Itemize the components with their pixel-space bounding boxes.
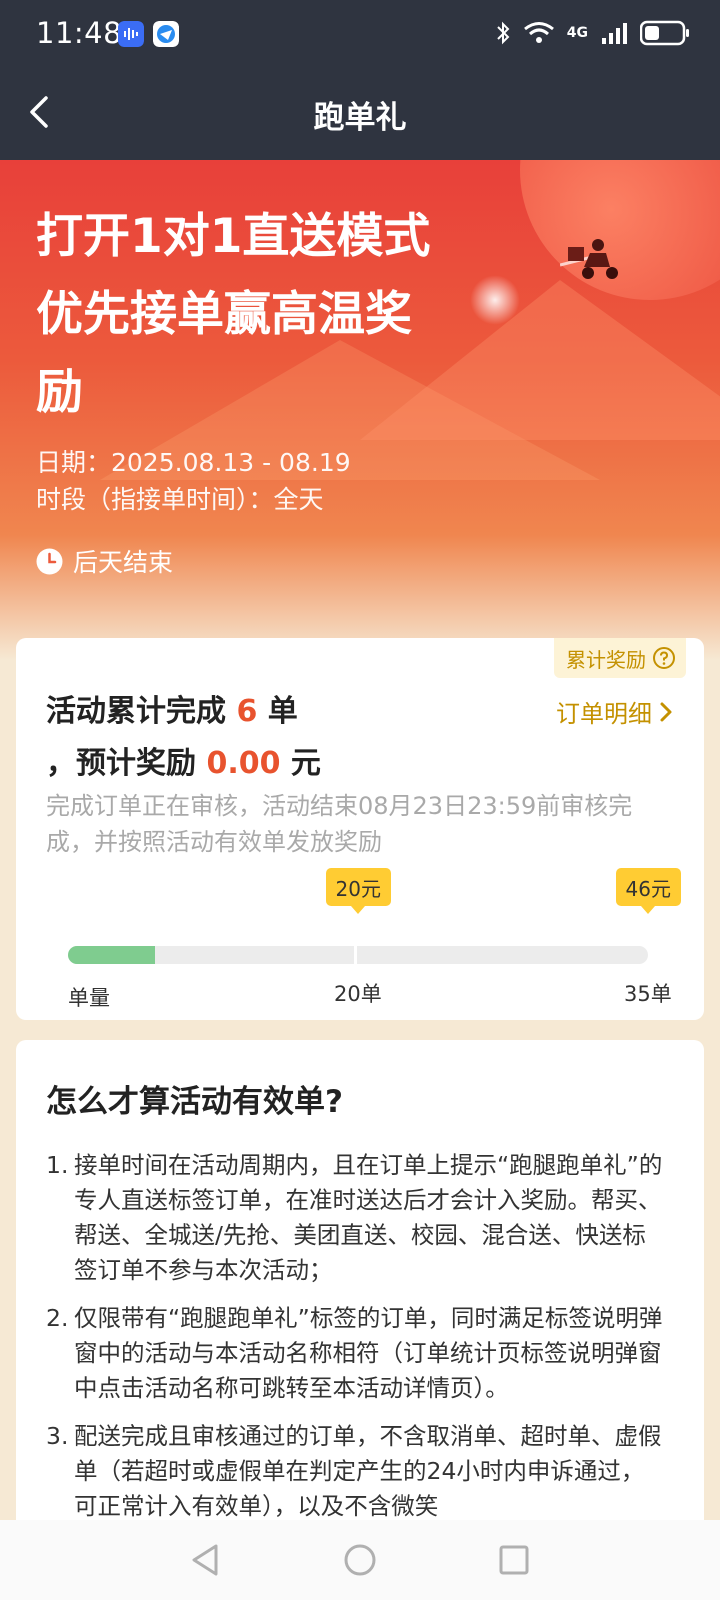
battery-icon [640,20,689,46]
rule-text: 配送完成且审核通过的订单，不含取消单、超时单、虚假单（若超时或虚假单在判定产生的… [74,1422,662,1520]
home-circle-icon[interactable] [340,1540,380,1580]
rules-card: 怎么才算活动有效单? 1. 接单时间在活动周期内，且在订单上提示“跑腿跑单礼”的专… [16,1040,704,1560]
progress-card: 累计奖励 活动累计完成 6 单 ，预计奖励 0.00 元 订单明细 完成订单正在… [16,638,704,1020]
voice-app-icon [118,21,144,47]
reward-tag-label: 累计奖励 [566,647,646,672]
hero-banner: 打开1对1直送模式 优先接单赢高温奖 励 日期：2025.08.13 - 08.… [0,160,720,660]
reward-prefix: ，预计奖励 [46,746,207,781]
status-bar: 11:48 4G [0,0,720,64]
glow-decoration [470,275,520,325]
browser-app-icon [153,21,179,47]
rule-item: 1. 接单时间在活动周期内，且在订单上提示“跑腿跑单礼”的专人直送标签订单，在准时… [46,1148,666,1288]
rules-title: 怎么才算活动有效单? [46,1084,343,1120]
countdown: 后天结束 [36,543,173,579]
status-time: 11:48 [36,16,123,50]
milestone-reward-bubble: 46元 [615,868,681,914]
activity-date: 日期：2025.08.13 - 08.19 [36,448,351,477]
rule-number: 2. [46,1304,69,1332]
order-detail-label: 订单明细 [556,700,652,728]
rule-text: 仅限带有“跑腿跑单礼”标签的订单，同时满足标签说明弹窗中的活动与本活动名称相符（… [74,1304,663,1402]
rule-number: 1. [46,1151,69,1179]
progress-fill [68,946,155,964]
recents-square-icon[interactable] [494,1540,534,1580]
nav-bar: 跑单礼 [0,64,720,160]
progress-bar [68,946,648,964]
headline-line: 打开1对1直送模式 [36,209,431,264]
help-icon[interactable] [652,646,676,670]
order-count: 6 [236,694,258,729]
completed-prefix: 活动累计完成 [46,694,237,729]
countdown-text: 后天结束 [73,548,174,577]
wifi-icon [523,22,554,43]
back-triangle-icon[interactable] [186,1540,226,1580]
order-detail-link[interactable]: 订单明细 [556,694,674,729]
status-icons: 4G [495,18,690,48]
system-navigation-bar [0,1520,720,1600]
activity-period: 时段（指接单时间）：全天 [36,485,324,514]
network-type: 4G [566,25,588,41]
completed-suffix: 单 [257,694,298,729]
headline-line: 优先接单赢高温奖 [36,287,412,342]
review-note: 完成订单正在审核，活动结束08月23日23:59前审核完成，并按照活动有效单发放… [46,792,633,856]
page-title: 跑单礼 [313,100,407,136]
rule-item: 2. 仅限带有“跑腿跑单礼”标签的订单，同时满足标签说明弹窗中的活动与本活动名称相… [46,1301,666,1406]
completed-orders-text: 活动累计完成 6 单 [46,686,298,730]
chevron-right-icon [660,702,672,721]
headline-line: 励 [36,365,83,420]
delivery-rider-icon [560,239,618,279]
rule-item: 3. 配送完成且审核通过的订单，不含取消单、超时单、虚假单（若超时或虚假单在判定产… [46,1419,666,1524]
estimated-reward-text: ，预计奖励 0.00 元 [46,738,321,782]
rule-text: 接单时间在活动周期内，且在订单上提示“跑腿跑单礼”的专人直送标签订单，在准时送达… [74,1151,663,1284]
progress-start-label: 单量 [68,986,110,1010]
rule-number: 3. [46,1422,69,1450]
clock-icon [36,548,63,574]
hero-headline: 打开1对1直送模式 优先接单赢高温奖 励 [36,198,466,432]
reward-suffix: 元 [280,746,321,781]
cumulative-reward-tag[interactable]: 累计奖励 [554,638,686,678]
reward-amount: 0.00 [206,746,281,781]
rules-list: 1. 接单时间在活动周期内，且在订单上提示“跑腿跑单礼”的专人直送标签订单，在准时… [46,1148,666,1537]
milestone-label: 35单 [624,982,672,1006]
bluetooth-icon [497,21,510,45]
milestone-label: 20单 [334,982,382,1006]
milestone-reward-bubble: 20元 [325,868,391,914]
milestone-divider [354,946,357,964]
signal-icon [602,23,627,44]
